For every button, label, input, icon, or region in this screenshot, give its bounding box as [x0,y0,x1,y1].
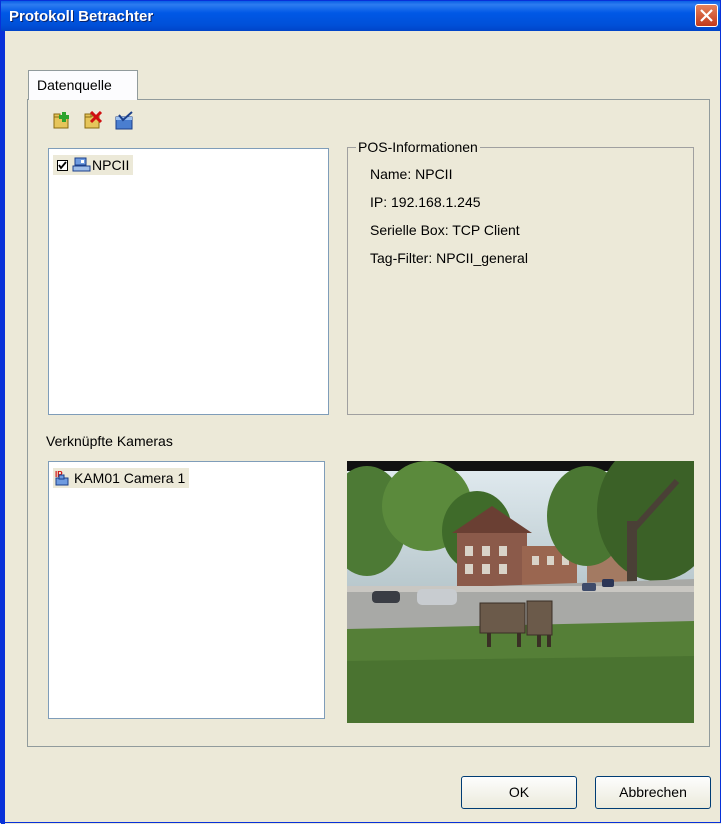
edit-source-button[interactable] [115,111,135,131]
add-source-button[interactable] [53,111,73,131]
camera-item-kam01[interactable]: IP KAM01 Camera 1 [53,468,190,488]
pos-info-serial-box: Serielle Box: TCP Client [370,222,520,238]
add-source-icon [53,112,69,129]
ip-camera-icon: IP [55,470,69,486]
pos-info-name: Name: NPCII [370,166,453,182]
close-button[interactable] [695,4,718,27]
source-checkbox[interactable] [57,159,68,171]
tab-label: Datenquelle [37,77,112,93]
pos-info-group: POS-Informationen Name: NPCII IP: 192.16… [347,139,694,415]
source-tree[interactable]: NPCII [48,148,329,415]
remove-source-icon [84,110,103,129]
pos-info-tag-filter: Tag-Filter: NPCII_general [370,250,528,266]
ok-button[interactable]: OK [461,776,577,809]
window-title: Protokoll Betrachter [9,8,154,25]
window-frame-left [1,31,5,824]
source-label: NPCII [92,157,130,173]
tree-item-npcii[interactable]: NPCII [53,155,134,175]
cancel-button[interactable]: Abbrechen [595,776,711,809]
dialog-window: Protokoll Betrachter Datenquelle NPCII P… [0,0,721,824]
pos-info-ip: IP: 192.168.1.245 [370,194,481,210]
camera-label: KAM01 Camera 1 [74,470,186,486]
pos-info-legend: POS-Informationen [356,139,480,155]
remove-source-button[interactable] [84,110,104,131]
camera-preview [347,461,694,723]
pos-terminal-icon [72,157,91,172]
tab-datenquelle[interactable]: Datenquelle [28,70,138,100]
close-icon [700,9,713,22]
cameras-label: Verknüpfte Kameras [46,433,173,449]
camera-list[interactable]: IP KAM01 Camera 1 [48,461,325,719]
checkmark-icon [58,160,67,170]
edit-source-icon [115,111,133,130]
title-bar[interactable]: Protokoll Betrachter [1,1,720,31]
camera-preview-image [347,461,694,723]
